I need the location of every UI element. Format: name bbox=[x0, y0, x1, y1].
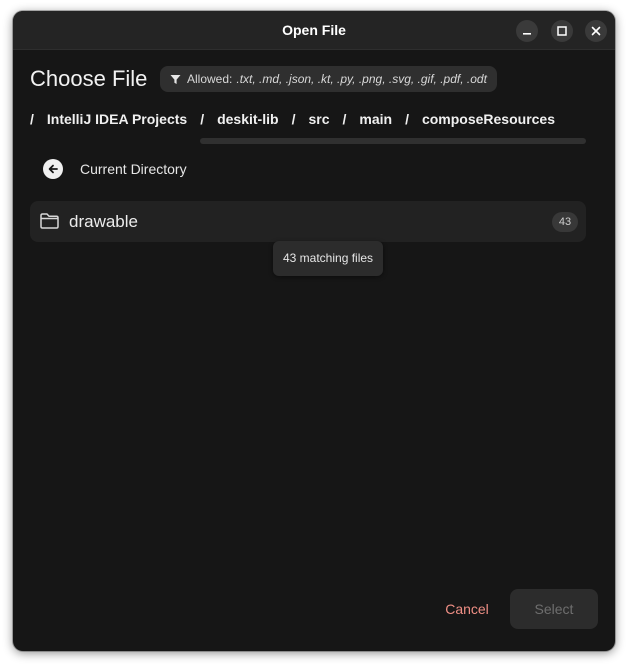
breadcrumb-separator: / bbox=[405, 111, 409, 127]
minimize-button[interactable] bbox=[516, 20, 538, 42]
folder-row-drawable[interactable]: drawable 43 bbox=[30, 201, 586, 242]
current-directory-label: Current Directory bbox=[80, 161, 187, 177]
select-button[interactable]: Select bbox=[510, 589, 598, 629]
breadcrumb-item-composeresources[interactable]: composeResources bbox=[422, 111, 555, 127]
folder-icon bbox=[40, 213, 59, 234]
breadcrumb-separator: / bbox=[200, 111, 205, 127]
breadcrumb: / IntelliJ IDEA Projects / deskit-lib / … bbox=[30, 108, 568, 130]
minimize-icon bbox=[523, 33, 531, 35]
filter-label: Allowed: bbox=[187, 72, 233, 86]
breadcrumb-item-main[interactable]: main bbox=[359, 111, 392, 127]
breadcrumb-separator: / bbox=[30, 111, 34, 127]
close-button[interactable] bbox=[585, 20, 607, 42]
filter-extensions: .txt, .md, .json, .kt, .py, .png, .svg, … bbox=[236, 72, 487, 86]
maximize-icon bbox=[557, 26, 567, 36]
breadcrumb-item-src[interactable]: src bbox=[308, 111, 329, 127]
filter-icon bbox=[170, 74, 181, 85]
open-file-dialog: Open File Choose File Allowed: .txt, .md… bbox=[13, 11, 615, 651]
breadcrumb-scrollbar[interactable] bbox=[200, 138, 586, 144]
breadcrumb-separator: / bbox=[342, 111, 347, 127]
allowed-types-chip: Allowed: .txt, .md, .json, .kt, .py, .pn… bbox=[160, 66, 497, 92]
cancel-button[interactable]: Cancel bbox=[429, 589, 505, 629]
breadcrumb-separator: / bbox=[291, 111, 296, 127]
matching-files-tooltip: 43 matching files bbox=[273, 241, 384, 276]
file-count-badge: 43 bbox=[552, 212, 578, 232]
back-arrow-icon bbox=[43, 159, 63, 179]
breadcrumb-item-intellij-idea-projects[interactable]: IntelliJ IDEA Projects bbox=[47, 111, 187, 127]
titlebar[interactable]: Open File bbox=[13, 11, 615, 50]
dialog-heading: Choose File bbox=[30, 66, 148, 91]
current-directory-button[interactable]: Current Directory bbox=[43, 157, 187, 181]
maximize-button[interactable] bbox=[551, 20, 573, 42]
breadcrumb-item-deskit-lib[interactable]: deskit-lib bbox=[217, 111, 278, 127]
close-icon bbox=[591, 26, 601, 36]
folder-name: drawable bbox=[69, 212, 138, 231]
